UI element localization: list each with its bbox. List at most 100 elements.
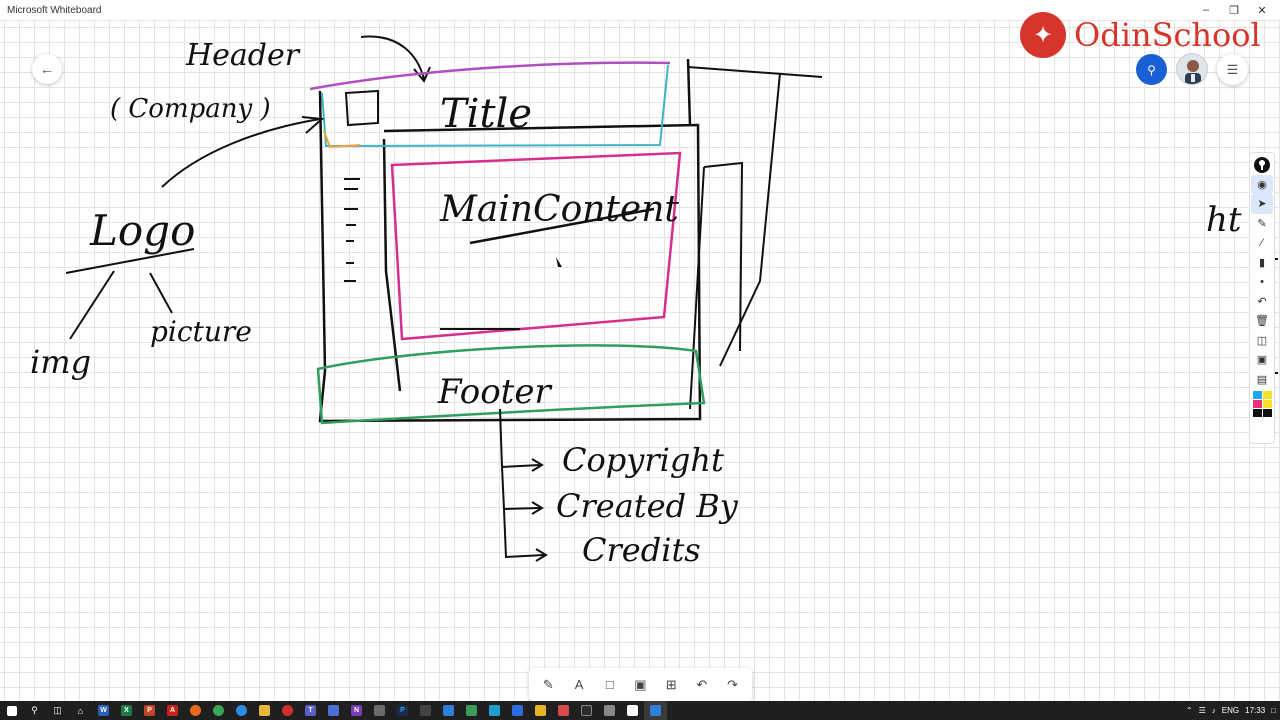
taskbar: ⚲ ◫ ⌂ W X P A T N P ⌃ ☰ ♪ ENG 17:33 □ [0,701,1280,720]
main-content-label: MainContent [439,189,679,230]
pdf-icon[interactable]: A [161,701,184,720]
picture-label: picture [150,315,252,348]
highlighter-icon[interactable]: ▮ [1251,253,1273,273]
logo-box-outline [323,130,361,149]
app-title: Microsoft Whiteboard [7,4,102,16]
swatch-yellow[interactable] [1262,391,1272,399]
ink-tool-icon[interactable]: ✎ [536,673,560,697]
frame-extension [687,66,823,78]
app-icon-7[interactable] [506,701,529,720]
app-icon-11[interactable] [598,701,621,720]
person-add-icon: ⚲ [1147,62,1156,77]
logo-arrow [161,118,321,188]
firefox-icon[interactable] [184,701,207,720]
menu-button[interactable]: ☰ [1217,54,1248,85]
opera-icon[interactable] [276,701,299,720]
footer-item-credits: Credits [582,531,701,569]
right-toolbar: ◉ ➤ ✎ ∕ ▮ • ↶ 🗑 ◫ ▣ ▤ [1249,152,1275,444]
note-icon[interactable]: □ [598,673,622,697]
img-label: img [30,343,91,381]
app-icon-1[interactable] [322,701,345,720]
network-icon[interactable]: ☰ [1199,706,1206,715]
app-icon-12[interactable] [621,701,644,720]
stamp-icon[interactable]: ◫ [1251,331,1273,351]
bird-icon: ✦ [1020,12,1066,58]
add-icon[interactable]: ⊞ [659,673,683,697]
powerpoint-icon[interactable]: P [138,701,161,720]
header-arrow [360,35,425,80]
whiteboard-canvas[interactable]: Header ( Company ) Title Logo img pictur… [0,21,1280,701]
frame-top-right [686,58,692,126]
undo-icon[interactable]: ↶ [1251,292,1273,312]
folder-icon[interactable] [253,701,276,720]
task-view-icon[interactable]: ◫ [46,701,69,720]
undo-icon[interactable]: ↶ [690,673,714,697]
system-tray: ⌃ ☰ ♪ ENG 17:33 □ [1186,701,1276,720]
back-button[interactable]: ← [32,54,62,84]
app-icon-9[interactable] [552,701,575,720]
volume-icon[interactable]: ♪ [1212,706,1216,715]
dot-icon[interactable]: • [1251,272,1273,292]
chevron-up-icon[interactable]: ⌃ [1186,706,1193,715]
photoshop-icon[interactable]: P [391,701,414,720]
whiteboard-icon[interactable] [644,701,667,720]
teams-icon[interactable]: T [299,701,322,720]
search-icon[interactable]: ⚲ [23,701,46,720]
pencil-icon[interactable]: ∕ [1251,233,1273,253]
bottom-toolbar: ✎ A □ ▣ ⊞ ↶ ↷ [529,668,752,701]
text-icon[interactable]: A [567,673,591,697]
ink-layer[interactable]: Header ( Company ) Title Logo img pictur… [0,21,1280,701]
windows-start-icon[interactable] [0,701,23,720]
footer-item-copyright: Copyright [562,441,724,479]
language-indicator[interactable]: ENG [1222,706,1239,715]
notifications-icon[interactable]: □ [1271,706,1276,715]
home-icon[interactable]: ⌂ [69,701,92,720]
swatch-magenta[interactable] [1252,400,1262,408]
app-icon-10[interactable] [575,701,598,720]
invite-button[interactable]: ⚲ [1136,54,1167,85]
select-icon[interactable]: ➤ [1251,194,1273,214]
excel-icon[interactable]: X [115,701,138,720]
sidebar-right [703,161,744,352]
app-icon-4[interactable] [437,701,460,720]
eye-icon[interactable]: ◉ [1251,174,1273,194]
app-icon-3[interactable] [414,701,437,720]
picture-arrow [149,272,173,314]
app-icon-8[interactable] [529,701,552,720]
edge-icon[interactable] [230,701,253,720]
word-icon[interactable]: W [92,701,115,720]
mouse-cursor-icon [556,257,562,267]
footer-arrowheads [531,458,548,562]
image-icon[interactable]: ▣ [1251,350,1273,370]
footer-item-created-by: Created By [556,487,739,525]
app-icon-2[interactable] [368,701,391,720]
avatar[interactable] [1176,53,1208,85]
clock[interactable]: 17:33 [1245,706,1265,715]
logo-label: Logo [89,206,195,255]
image-icon[interactable]: ▣ [628,673,652,697]
swatch-black-2[interactable] [1262,409,1272,417]
footer-tree [499,408,545,559]
main-content-outline [390,151,682,341]
pen-icon[interactable]: ✎ [1251,214,1273,234]
sidebar-right-inner [689,166,705,410]
app-icon-5[interactable] [460,701,483,720]
arrow-left-icon: ← [40,61,54,77]
img-arrow [69,270,115,340]
onenote-icon[interactable]: N [345,701,368,720]
hamburger-icon: ☰ [1226,61,1239,77]
delete-icon[interactable]: 🗑 [1251,311,1273,331]
redo-icon[interactable]: ↷ [721,673,745,697]
swatch-yellow-2[interactable] [1262,400,1272,408]
note-icon[interactable]: ▤ [1251,370,1273,390]
footer-label: Footer [437,372,552,412]
ruler-toggle-icon[interactable] [1251,155,1273,175]
nav-lines [344,178,360,282]
logo-placeholder-box [344,89,379,127]
swatch-black[interactable] [1252,409,1262,417]
header-label: Header [185,38,301,73]
app-icon-6[interactable] [483,701,506,720]
chrome-icon[interactable] [207,701,230,720]
frame-extension-side [719,72,781,367]
swatch-blue[interactable] [1252,391,1262,399]
